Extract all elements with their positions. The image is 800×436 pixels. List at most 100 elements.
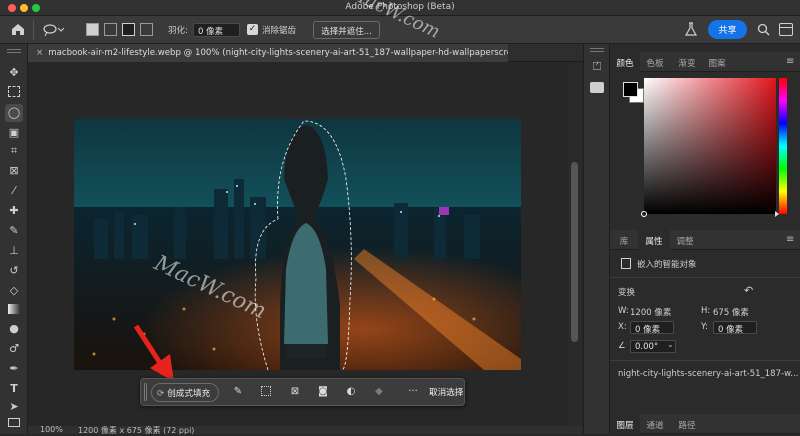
tab-paths[interactable]: 路径 [672,414,702,434]
tab-patterns[interactable]: 图案 [702,52,732,72]
generative-fill-label: 创成式填充 [167,389,211,399]
new-selection-icon[interactable] [86,23,99,36]
fill-selection-icon[interactable]: ◆ [373,386,385,398]
home-icon[interactable] [11,23,25,36]
pen-tool-icon[interactable]: ✒ [7,362,21,376]
adjustment-layer-icon[interactable]: ◐ [345,386,357,398]
create-mask-icon[interactable]: ◙ [317,386,329,398]
panel-menu-icon[interactable]: ≡ [786,56,794,67]
right-panels: 颜色 色板 渐变 图案 ≡ 库 属性 调整 ≡ 嵌入的智能对象 变换 ↶ W: … [610,44,800,434]
move-tool-icon[interactable]: ✥ [7,66,21,80]
document-tab-title: macbook-air-m2-lifestyle.webp @ 100% (ni… [48,48,508,58]
divider [610,277,800,278]
tab-libraries[interactable]: 库 [610,230,638,250]
path-selection-tool-icon[interactable]: ➤ [7,400,21,414]
tab-color[interactable]: 颜色 [610,52,640,72]
tools-panel: ✥ ◯ ▣ ⌗ ⊠ ⁄ ✚ ✎ ⊥ ↺ ◇ ● ♂ ✒ T ➤ [0,44,28,434]
contextual-task-bar: ⟳ 创成式填充 ✎ ⊠ ◙ ◐ ◆ ··· ⌄ 取消选择 [140,378,465,406]
panel-menu-icon[interactable]: ≡ [786,234,794,245]
color-picker-field[interactable] [641,78,776,217]
zoom-level[interactable]: 100% [40,425,63,434]
deselect-button[interactable]: 取消选择 [429,386,463,398]
search-icon[interactable] [757,23,770,36]
taskbar-grip-icon[interactable] [144,383,147,401]
tab-gradients[interactable]: 渐变 [672,52,702,72]
modify-selection-icon[interactable] [261,386,271,396]
hue-slider[interactable] [775,78,787,217]
type-tool-icon[interactable]: T [7,382,21,396]
height-value[interactable]: 675 像素 [713,306,749,318]
tab-adjustments[interactable]: 调整 [670,230,700,250]
foreground-color-swatch[interactable] [623,82,638,97]
lasso-tool-icon[interactable]: ◯ [5,104,23,122]
height-label: H: [701,306,711,316]
width-label: W: [618,306,629,316]
panel-dock-strip: ⏍ [583,44,610,434]
reset-transform-icon[interactable]: ↶ [744,284,753,297]
y-position-input[interactable]: 0 像素 [713,321,757,335]
antialias-checkbox[interactable]: ✓ [247,24,258,35]
flask-icon[interactable] [684,22,698,37]
properties-panel-tabs: 库 属性 调整 ≡ [610,230,800,250]
more-options-icon[interactable]: ··· [403,386,423,398]
brush-options-icon[interactable]: ✎ [232,386,244,398]
dock-grip-icon[interactable] [590,48,604,52]
comments-panel-icon[interactable] [590,82,604,93]
generative-fill-icon: ⟳ [157,389,165,399]
options-bar: 羽化: 0 像素 ✓ 消除锯齿 选择并遮住... 共享 [0,16,800,44]
color-picker-cursor[interactable] [641,211,647,217]
marquee-tool-icon[interactable] [8,86,20,97]
scrollbar-thumb[interactable] [571,162,578,342]
layers-panel-tabs: 图层 通道 路径 [610,414,800,434]
feather-label: 羽化: [168,26,188,36]
healing-brush-tool-icon[interactable]: ✚ [7,204,21,218]
transform-label: 变换 [618,288,636,298]
eraser-tool-icon[interactable]: ◇ [7,284,21,298]
layer-type-label: 嵌入的智能对象 [637,260,697,270]
feather-input[interactable]: 0 像素 [193,23,240,37]
tab-swatches[interactable]: 色板 [640,52,670,72]
dodge-tool-icon[interactable]: ♂ [7,342,21,356]
blur-tool-icon[interactable]: ● [7,322,21,336]
lasso-tool-preset-icon[interactable] [43,23,65,37]
y-label: Y: [701,322,708,332]
clone-stamp-tool-icon[interactable]: ⊥ [7,244,21,258]
x-position-input[interactable]: 0 像素 [630,321,674,335]
frame-tool-icon[interactable]: ⊠ [7,164,21,178]
object-selection-tool-icon[interactable]: ▣ [7,126,21,140]
linked-file-name: night-city-lights-scenery-ai-art-51_187-… [618,369,799,379]
brush-tool-icon[interactable]: ✎ [7,224,21,238]
add-to-selection-icon[interactable] [104,23,117,36]
document-tab[interactable]: × macbook-air-m2-lifestyle.webp @ 100% (n… [28,44,508,62]
angle-dropdown-icon[interactable]: ⌄ [667,340,674,349]
close-tab-icon[interactable]: × [36,48,43,58]
hue-slider-handle[interactable] [775,211,779,217]
toolbar-grip-icon[interactable] [7,49,21,53]
rectangle-tool-icon[interactable] [8,418,20,427]
generative-fill-button[interactable]: ⟳ 创成式填充 [151,383,219,402]
gradient-tool-icon[interactable] [8,304,20,314]
red-arrow-annotation [133,324,174,382]
workspace-icon[interactable] [779,23,793,36]
tab-layers[interactable]: 图层 [610,414,640,434]
eyedropper-tool-icon[interactable]: ⁄ [7,184,21,198]
subtract-from-selection-icon[interactable] [122,23,135,36]
antialias-label: 消除锯齿 [262,26,297,36]
divider [610,360,800,361]
crop-tool-icon[interactable]: ⌗ [7,144,21,158]
vertical-scrollbar[interactable] [568,62,582,426]
intersect-selection-icon[interactable] [140,23,153,36]
divider [33,20,34,40]
tab-channels[interactable]: 通道 [640,414,670,434]
tab-properties[interactable]: 属性 [638,230,670,250]
share-button[interactable]: 共享 [708,20,747,39]
width-value[interactable]: 1200 像素 [630,306,671,318]
invert-selection-icon[interactable]: ⊠ [289,386,301,398]
color-panel-tabs: 颜色 色板 渐变 图案 ≡ [610,52,800,72]
x-label: X: [618,322,627,332]
document-info[interactable]: 1200 像素 x 675 像素 (72 ppi) [78,425,194,436]
history-brush-tool-icon[interactable]: ↺ [7,264,21,278]
history-panel-icon[interactable]: ⏍ [590,60,604,76]
title-bar: Adobe Photoshop (Beta) [0,0,800,16]
select-and-mask-button[interactable]: 选择并遮住... [313,21,380,39]
